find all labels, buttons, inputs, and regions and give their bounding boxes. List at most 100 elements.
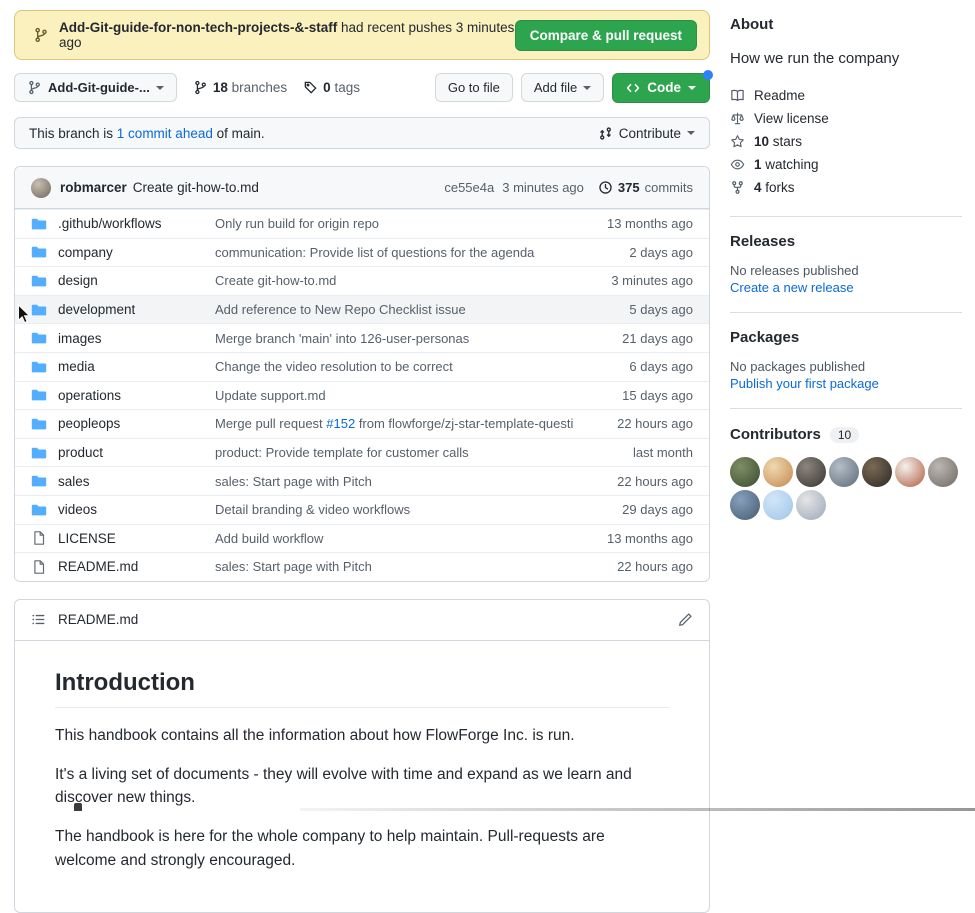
packages-title: Packages [730,329,962,346]
branch-status-prefix: This branch is [29,126,117,141]
license-link[interactable]: View license [730,107,962,130]
commit-author[interactable]: robmarcer [60,180,127,195]
commit-sha[interactable]: ce55e4a [444,180,494,195]
avatar[interactable] [895,457,925,487]
folder-icon [31,216,47,232]
commit-message[interactable]: Merge pull request #152 from flowforge/z… [215,416,573,431]
avatar[interactable] [31,178,51,198]
table-row: company communication: Provide list of q… [15,238,709,267]
commit-time[interactable]: 2 days ago [573,245,693,260]
commit-time[interactable]: 3 minutes ago [573,273,693,288]
file-name[interactable]: videos [58,502,97,517]
avatar[interactable] [862,457,892,487]
folder-icon [31,244,47,260]
branches-count: 18 [213,80,228,95]
avatar[interactable] [796,490,826,520]
avatar[interactable] [763,490,793,520]
file-name[interactable]: images [58,331,102,346]
table-row: media Change the video resolution to be … [15,352,709,381]
file-icon [31,559,47,575]
watching-link[interactable]: 1 watching [730,153,962,176]
commit-time[interactable]: last month [573,445,693,460]
avatar[interactable] [730,490,760,520]
table-row: sales sales: Start page with Pitch 22 ho… [15,466,709,495]
readme-paragraph: This handbook contains all the informati… [55,724,669,747]
table-row: LICENSE Add build workflow 13 months ago [15,524,709,553]
file-name[interactable]: development [58,302,135,317]
pencil-icon [678,612,693,627]
commit-message[interactable]: Add reference to New Repo Checklist issu… [215,302,573,317]
publish-package-link[interactable]: Publish your first package [730,376,962,391]
contribute-label: Contribute [619,126,681,141]
file-name[interactable]: product [58,445,103,460]
commit-message[interactable]: sales: Start page with Pitch [215,559,573,574]
notification-dot [703,70,713,80]
readme-filename[interactable]: README.md [58,612,138,627]
commit-message[interactable]: Merge branch 'main' into 126-user-person… [215,331,573,346]
commit-time[interactable]: 22 hours ago [573,474,693,489]
commit-time[interactable]: 21 days ago [573,331,693,346]
commits-ahead-link[interactable]: 1 commit ahead [117,126,213,141]
contribute-button[interactable]: Contribute [598,126,695,141]
commit-message[interactable]: Add build workflow [215,531,573,546]
branches-link[interactable]: 18 branches [193,80,287,95]
commit-time[interactable]: 13 months ago [573,531,693,546]
commit-message[interactable]: sales: Start page with Pitch [215,474,573,489]
next-heading-cutoff [74,803,82,811]
star-icon [730,134,745,149]
avatar[interactable] [763,457,793,487]
create-release-link[interactable]: Create a new release [730,280,962,295]
list-icon[interactable] [31,612,46,627]
file-name[interactable]: company [58,245,113,260]
commit-time[interactable]: 22 hours ago [573,559,693,574]
commit-history-link[interactable]: 375 commits [598,180,693,195]
commit-message[interactable]: communication: Provide list of questions… [215,245,573,260]
file-name[interactable]: README.md [58,559,138,574]
file-name[interactable]: sales [58,474,90,489]
sidebar: About How we run the company Readme [730,0,962,520]
avatar[interactable] [829,457,859,487]
forks-link[interactable]: 4 forks [730,176,962,199]
commit-time[interactable]: 29 days ago [573,502,693,517]
go-to-file-button[interactable]: Go to file [435,73,513,102]
commit-time[interactable]: 22 hours ago [573,416,693,431]
tags-label: tags [334,80,360,95]
stars-link[interactable]: 10 stars [730,130,962,153]
file-name[interactable]: peopleops [58,416,120,431]
contributors-avatars [730,457,965,520]
avatar[interactable] [730,457,760,487]
commit-time[interactable]: 5 days ago [573,302,693,317]
branch-selector[interactable]: Add-Git-guide-... [14,73,177,102]
avatar[interactable] [796,457,826,487]
add-file-button[interactable]: Add file [521,73,604,102]
commit-message[interactable]: Only run build for origin repo [215,216,573,231]
commit-message[interactable]: Create git-how-to.md [133,180,259,195]
file-name[interactable]: media [58,359,95,374]
about-links: Readme View license 10 stars [730,84,962,199]
folder-icon [31,359,47,375]
commit-message[interactable]: Detail branding & video workflows [215,502,573,517]
commit-message[interactable]: Change the video resolution to be correc… [215,359,573,374]
tags-link[interactable]: 0 tags [303,80,360,95]
commit-message[interactable]: Update support.md [215,388,573,403]
commit-time[interactable]: 13 months ago [573,216,693,231]
commit-time[interactable]: 6 days ago [573,359,693,374]
history-icon [598,180,613,195]
avatar[interactable] [928,457,958,487]
commit-message[interactable]: Create git-how-to.md [215,273,573,288]
commit-time[interactable]: 15 days ago [573,388,693,403]
commit-time: 3 minutes ago [502,180,584,195]
readme-link[interactable]: Readme [730,84,962,107]
file-name[interactable]: .github/workflows [58,216,162,231]
edit-readme-button[interactable] [678,612,693,627]
file-name[interactable]: operations [58,388,121,403]
contributors-title: Contributors [730,426,821,443]
commit-message[interactable]: product: Provide template for customer c… [215,445,573,460]
file-name[interactable]: design [58,273,98,288]
file-name[interactable]: LICENSE [58,531,116,546]
compare-pull-request-button[interactable]: Compare & pull request [515,20,697,51]
chevron-down-icon [583,86,591,90]
tags-count: 0 [323,80,331,95]
code-button[interactable]: Code [612,73,710,103]
readme-heading: Introduction [55,669,669,708]
